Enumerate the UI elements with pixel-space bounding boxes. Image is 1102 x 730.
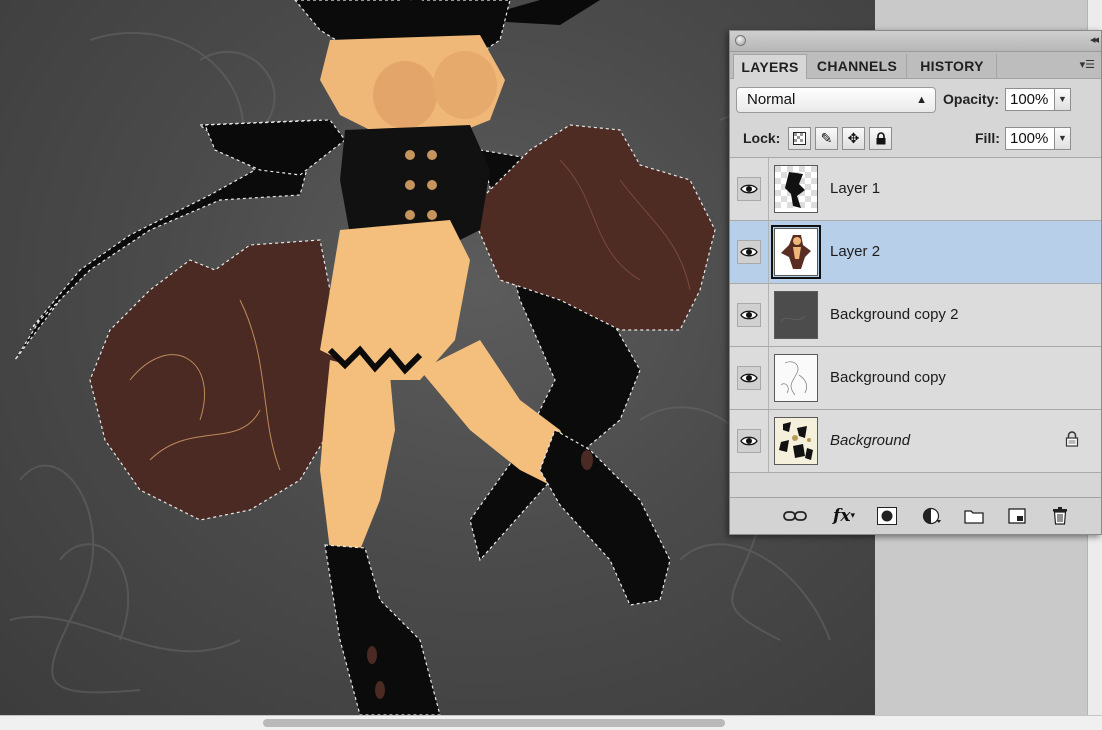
visibility-toggle[interactable] bbox=[730, 410, 769, 472]
layer-row[interactable]: Layer 1 bbox=[730, 158, 1101, 221]
panel-footer: fx ▾ bbox=[730, 497, 1101, 534]
fill-dropdown-icon[interactable]: ▼ bbox=[1055, 127, 1071, 150]
new-layer-icon[interactable] bbox=[1005, 506, 1029, 526]
visibility-toggle[interactable] bbox=[730, 221, 769, 283]
layer-thumbnail[interactable] bbox=[774, 291, 818, 339]
layer-thumbnail[interactable] bbox=[774, 165, 818, 213]
fill-label: Fill: bbox=[975, 130, 1000, 146]
layers-panel: ◂◂ LAYERS CHANNELS HISTORY ▾☰ Normal ▲ O… bbox=[729, 30, 1102, 535]
fill-field[interactable]: 100% bbox=[1005, 127, 1055, 150]
lock-label: Lock: bbox=[743, 130, 781, 146]
close-panel-icon[interactable] bbox=[735, 35, 746, 46]
link-layers-icon[interactable] bbox=[782, 506, 808, 526]
panel-menu-icon[interactable]: ▾☰ bbox=[1080, 58, 1095, 71]
layer-row[interactable]: Background copy bbox=[730, 347, 1101, 410]
eye-icon bbox=[740, 247, 758, 257]
layer-name[interactable]: Layer 1 bbox=[830, 180, 880, 197]
horizontal-scroll-thumb[interactable] bbox=[263, 719, 725, 727]
layer-name[interactable]: Background copy bbox=[830, 369, 946, 386]
opacity-field[interactable]: 100% bbox=[1005, 88, 1055, 111]
layer-row-selected[interactable]: Layer 2 bbox=[730, 221, 1101, 284]
lock-image-pixels-icon[interactable]: ✎ bbox=[815, 127, 838, 150]
visibility-toggle[interactable] bbox=[730, 158, 769, 220]
eye-icon bbox=[740, 184, 758, 194]
collapse-panel-icon[interactable]: ◂◂ bbox=[1090, 33, 1099, 46]
panel-titlebar[interactable]: ◂◂ bbox=[730, 31, 1101, 52]
left-leg bbox=[320, 360, 395, 550]
layer-thumbnail[interactable] bbox=[771, 225, 821, 279]
layer-name[interactable]: Background copy 2 bbox=[830, 306, 958, 323]
opacity-dropdown-icon[interactable]: ▼ bbox=[1055, 88, 1071, 111]
left-arm bbox=[204, 119, 346, 176]
tab-history[interactable]: HISTORY bbox=[908, 54, 997, 78]
layer-mask-icon[interactable] bbox=[875, 506, 899, 526]
eye-icon bbox=[740, 436, 758, 446]
opacity-label: Opacity: bbox=[943, 91, 1000, 107]
lock-position-icon[interactable]: ✥ bbox=[842, 127, 865, 150]
fx-icon[interactable]: fx ▾ bbox=[830, 506, 858, 526]
trash-icon[interactable] bbox=[1048, 506, 1072, 526]
eye-icon bbox=[740, 373, 758, 383]
layer-lock-icon bbox=[1065, 431, 1079, 452]
layers-list: Layer 1 Layer 2 Background copy 2 Backgr… bbox=[730, 158, 1101, 473]
lock-row: Lock: ✎ ✥ Fill: 100% ▼ bbox=[730, 119, 1101, 158]
blend-mode-select[interactable]: Normal ▲ bbox=[736, 87, 936, 113]
blend-mode-value: Normal bbox=[747, 91, 796, 108]
layer-row[interactable]: Background copy 2 bbox=[730, 284, 1101, 347]
tab-layers[interactable]: LAYERS bbox=[733, 54, 807, 79]
skirt-left bbox=[89, 239, 346, 521]
chest-left bbox=[373, 61, 437, 129]
lock-all-icon[interactable] bbox=[869, 127, 892, 150]
layer-row[interactable]: Background bbox=[730, 410, 1101, 473]
eye-icon bbox=[740, 310, 758, 320]
layer-name[interactable]: Layer 2 bbox=[830, 243, 880, 260]
fx-label: fx bbox=[833, 506, 851, 526]
panel-tabs: LAYERS CHANNELS HISTORY ▾☰ bbox=[730, 52, 1101, 79]
adjustment-layer-icon[interactable] bbox=[918, 506, 946, 526]
layer-thumbnail[interactable] bbox=[774, 354, 818, 402]
blend-row: Normal ▲ Opacity: 100% ▼ bbox=[730, 79, 1101, 119]
new-group-icon[interactable] bbox=[962, 506, 986, 526]
chest-right bbox=[433, 51, 497, 119]
visibility-toggle[interactable] bbox=[730, 347, 769, 409]
layer-name[interactable]: Background bbox=[830, 432, 910, 449]
right-boot bbox=[539, 429, 671, 606]
horizontal-scrollbar[interactable] bbox=[0, 715, 1102, 730]
visibility-toggle[interactable] bbox=[730, 284, 769, 346]
lock-transparency-icon[interactable] bbox=[788, 127, 811, 150]
select-arrows-icon: ▲ bbox=[916, 94, 927, 106]
tab-channels[interactable]: CHANNELS bbox=[808, 54, 907, 78]
layer-thumbnail[interactable] bbox=[774, 417, 818, 465]
